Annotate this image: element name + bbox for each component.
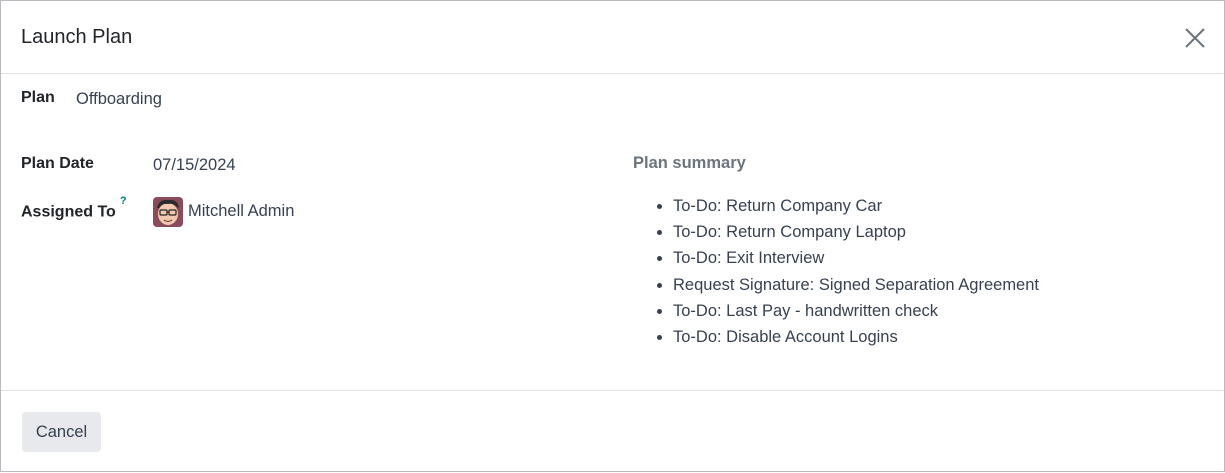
assigned-to-label: Assigned To bbox=[21, 203, 116, 221]
list-item: To-Do: Disable Account Logins bbox=[673, 326, 1039, 352]
plan-summary-list: To-Do: Return Company Car To-Do: Return … bbox=[673, 195, 1039, 352]
assigned-to-label-wrap: Assigned To? bbox=[21, 195, 127, 221]
list-item: To-Do: Exit Interview bbox=[673, 247, 1039, 273]
list-item: To-Do: Return Company Car bbox=[673, 195, 1039, 221]
plan-date-input[interactable]: 07/15/2024 bbox=[153, 156, 236, 175]
list-item: To-Do: Return Company Laptop bbox=[673, 221, 1039, 247]
dialog-title: Launch Plan bbox=[21, 26, 133, 48]
launch-plan-dialog: Launch Plan Plan Offboarding Plan Date 0… bbox=[0, 0, 1225, 472]
plan-value: Offboarding bbox=[76, 90, 162, 108]
help-tooltip-icon[interactable]: ? bbox=[120, 195, 127, 207]
user-avatar-icon bbox=[153, 197, 183, 227]
plan-summary-title: Plan summary bbox=[633, 154, 746, 172]
list-item: To-Do: Last Pay - handwritten check bbox=[673, 300, 1039, 326]
plan-label: Plan bbox=[21, 89, 55, 106]
dialog-header: Launch Plan bbox=[1, 1, 1224, 74]
list-item: Request Signature: Signed Separation Agr… bbox=[673, 274, 1039, 300]
dialog-footer: Cancel bbox=[1, 390, 1224, 473]
cancel-button[interactable]: Cancel bbox=[22, 412, 101, 452]
close-button[interactable] bbox=[1180, 23, 1210, 53]
close-icon bbox=[1185, 28, 1205, 48]
assigned-to-field[interactable]: Mitchell Admin bbox=[188, 202, 294, 221]
plan-date-label: Plan Date bbox=[21, 155, 94, 172]
